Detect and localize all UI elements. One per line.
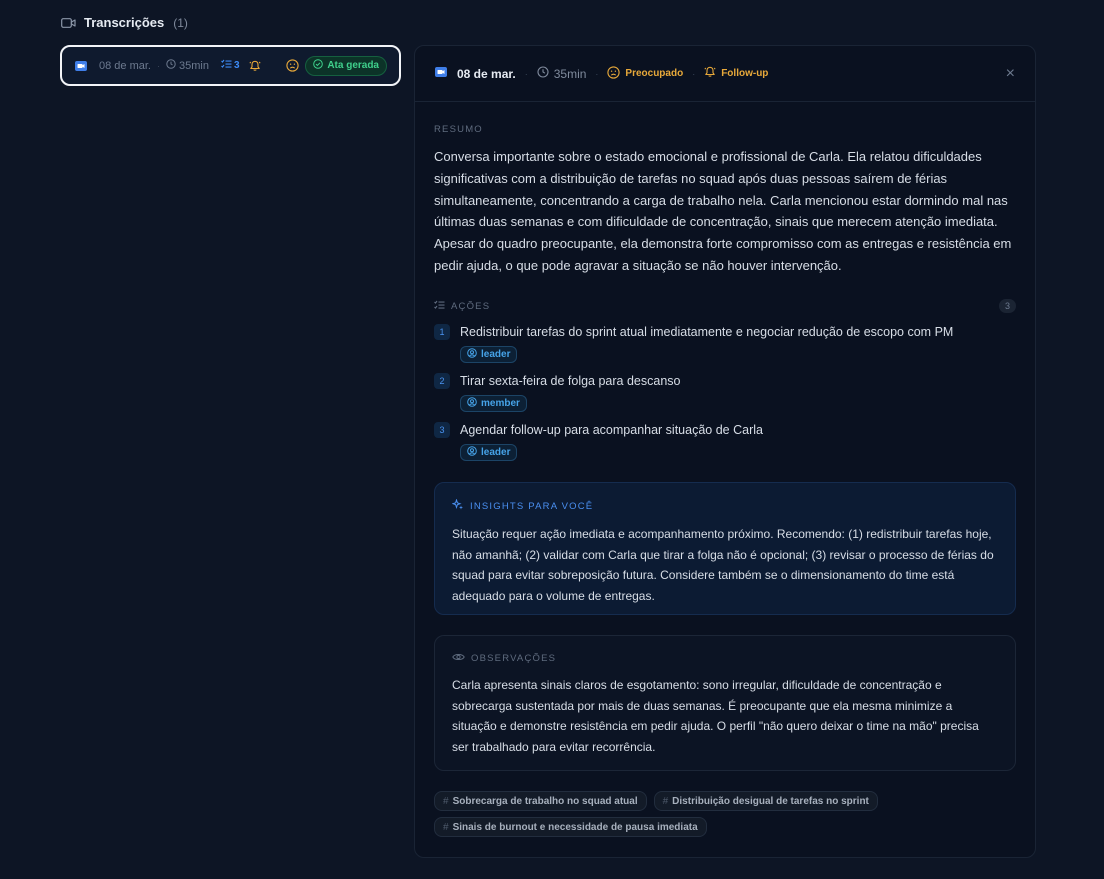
actions-header: AÇÕES 3: [434, 297, 1016, 315]
insights-text: Situação requer ação imediata e acompanh…: [452, 527, 994, 603]
tag-chip[interactable]: # Distribuição desigual de tarefas no sp…: [653, 791, 878, 811]
bell-icon: [704, 66, 716, 81]
action-item: 3 Agendar follow-up para acompanhar situ…: [434, 422, 1014, 461]
clock-icon: [166, 59, 176, 72]
tag-text: Sobrecarga de trabalho no squad atual: [452, 795, 638, 807]
google-meet-icon: [75, 60, 87, 72]
insights-header: INSIGHTS PARA VOCÊ: [451, 498, 998, 514]
detail-date: 08 de mar.: [457, 66, 516, 81]
action-text: Tirar sexta-feira de folga para descanso: [460, 374, 681, 388]
transcriptions-header: Transcrições (1): [61, 15, 188, 30]
check-circle-icon: [313, 59, 324, 72]
user-circle-icon: [467, 397, 477, 410]
role-badge: leader: [460, 346, 518, 363]
tag-text: Distribuição desigual de tarefas no spri…: [672, 795, 869, 807]
ata-status-badge: Ata gerada: [305, 55, 387, 76]
transcription-detail-panel: 08 de mar. · 35min · Preocupado · Follow…: [414, 45, 1036, 858]
mood-badge: Preocupado: [607, 65, 684, 82]
observations-card: OBSERVAÇÕES Carla apresenta sinais claro…: [434, 635, 1016, 771]
bell-icon: [248, 60, 261, 72]
followup-badge: Follow-up: [704, 66, 768, 81]
user-circle-icon: [467, 446, 477, 459]
detail-duration: 35min: [537, 66, 587, 81]
list-item-date: 08 de mar.: [99, 59, 151, 72]
actions-label: AÇÕES: [451, 300, 491, 312]
checklist-icon: [221, 59, 232, 72]
hash-icon: #: [443, 821, 449, 833]
role-text: member: [481, 398, 520, 409]
detail-header: 08 de mar. · 35min · Preocupado · Follow…: [415, 46, 1035, 102]
list-item-duration: 35min: [166, 59, 209, 72]
tag-chip[interactable]: # Sinais de burnout e necessidade de pau…: [434, 817, 707, 837]
observations-label: OBSERVAÇÕES: [471, 653, 557, 664]
action-text: Agendar follow-up para acompanhar situaç…: [460, 423, 763, 437]
close-icon[interactable]: ×: [1006, 65, 1015, 82]
worried-face-icon: [286, 59, 299, 72]
actions-count-badge: 3: [998, 299, 1016, 313]
role-badge: leader: [460, 444, 518, 461]
eye-icon: [452, 652, 465, 665]
separator-dot: ·: [156, 60, 160, 71]
role-text: leader: [481, 349, 511, 360]
hash-icon: #: [443, 795, 449, 807]
action-number: 2: [434, 373, 450, 389]
video-camera-icon: [61, 17, 76, 29]
duration-text: 35min: [178, 59, 209, 72]
tags-list: # Sobrecarga de trabalho no squad atual …: [434, 791, 954, 837]
transcription-list-item[interactable]: 08 de mar. · 35min 3 Ata gerada: [60, 45, 401, 86]
observations-header: OBSERVAÇÕES: [452, 652, 998, 665]
hash-icon: #: [662, 795, 669, 807]
action-text: Redistribuir tarefas do sprint atual ime…: [460, 325, 954, 339]
worried-face-icon: [607, 65, 621, 82]
clock-icon: [537, 66, 549, 81]
separator-dot: ·: [692, 68, 696, 79]
observations-text: Carla apresenta sinais claros de esgotam…: [452, 678, 979, 754]
tag-text: Sinais de burnout e necessidade de pausa…: [452, 821, 698, 833]
page-title: Transcrições: [84, 15, 165, 30]
insights-label: INSIGHTS PARA VOCÊ: [470, 501, 594, 512]
google-meet-icon: [435, 66, 447, 81]
checklist-icon: [434, 297, 445, 315]
action-number: 3: [434, 422, 450, 438]
transcription-count: (1): [173, 15, 188, 30]
separator-dot: ·: [524, 68, 528, 79]
action-item: 1 Redistribuir tarefas do sprint atual i…: [434, 324, 1014, 363]
action-item: 2 Tirar sexta-feira de folga para descan…: [434, 373, 1014, 412]
duration-text: 35min: [553, 66, 587, 81]
tag-chip[interactable]: # Sobrecarga de trabalho no squad atual: [434, 791, 647, 811]
list-item-actions-count: 3: [221, 59, 240, 72]
mood-text: Preocupado: [625, 68, 684, 79]
followup-text: Follow-up: [721, 68, 769, 79]
sparkles-icon: [451, 498, 464, 514]
summary-label: RESUMO: [434, 124, 483, 135]
separator-dot: ·: [595, 68, 599, 79]
summary-text: Conversa importante sobre o estado emoci…: [434, 149, 1012, 273]
actions-count-text: 3: [233, 60, 240, 71]
role-badge: member: [460, 395, 527, 412]
user-circle-icon: [467, 348, 477, 361]
action-number: 1: [434, 324, 450, 340]
insights-card: INSIGHTS PARA VOCÊ Situação requer ação …: [434, 482, 1016, 615]
ata-status-text: Ata gerada: [327, 60, 379, 71]
role-text: leader: [481, 447, 511, 458]
